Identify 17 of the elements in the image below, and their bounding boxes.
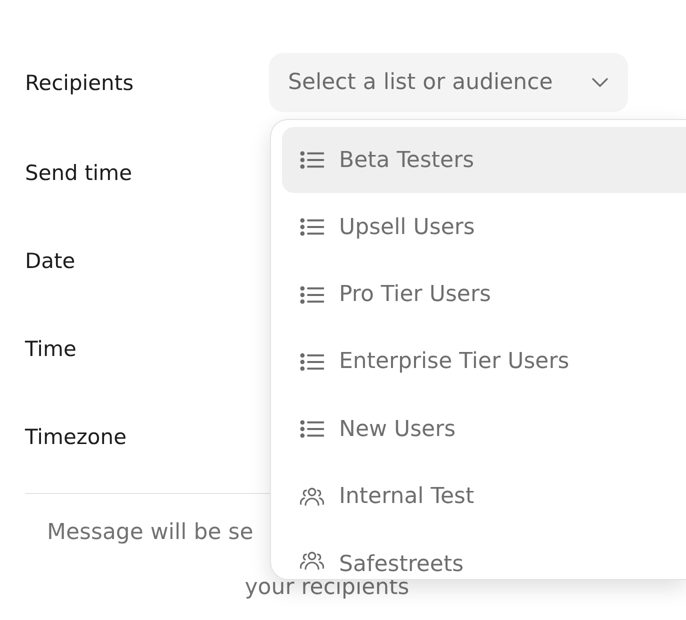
message-text: Message will be se bbox=[47, 519, 254, 547]
chevron-down-icon bbox=[592, 78, 608, 87]
field-label: Timezone bbox=[25, 424, 128, 450]
field-label: Time bbox=[25, 336, 78, 362]
list-icon bbox=[300, 218, 324, 236]
dropdown-item[interactable]: Beta Testers bbox=[282, 127, 686, 193]
list-icon bbox=[300, 352, 324, 371]
list-icon bbox=[300, 151, 324, 169]
list-icon bbox=[300, 420, 324, 438]
list-icon bbox=[300, 286, 324, 304]
audience-select[interactable]: Select a list or audience bbox=[269, 53, 628, 112]
people-icon bbox=[300, 550, 324, 570]
dropdown-item[interactable]: Safestreets bbox=[282, 530, 686, 579]
field-label: Send time bbox=[25, 160, 134, 186]
field-label: Date bbox=[25, 248, 76, 274]
people-icon bbox=[300, 486, 324, 506]
field-label: Recipients bbox=[25, 70, 135, 96]
